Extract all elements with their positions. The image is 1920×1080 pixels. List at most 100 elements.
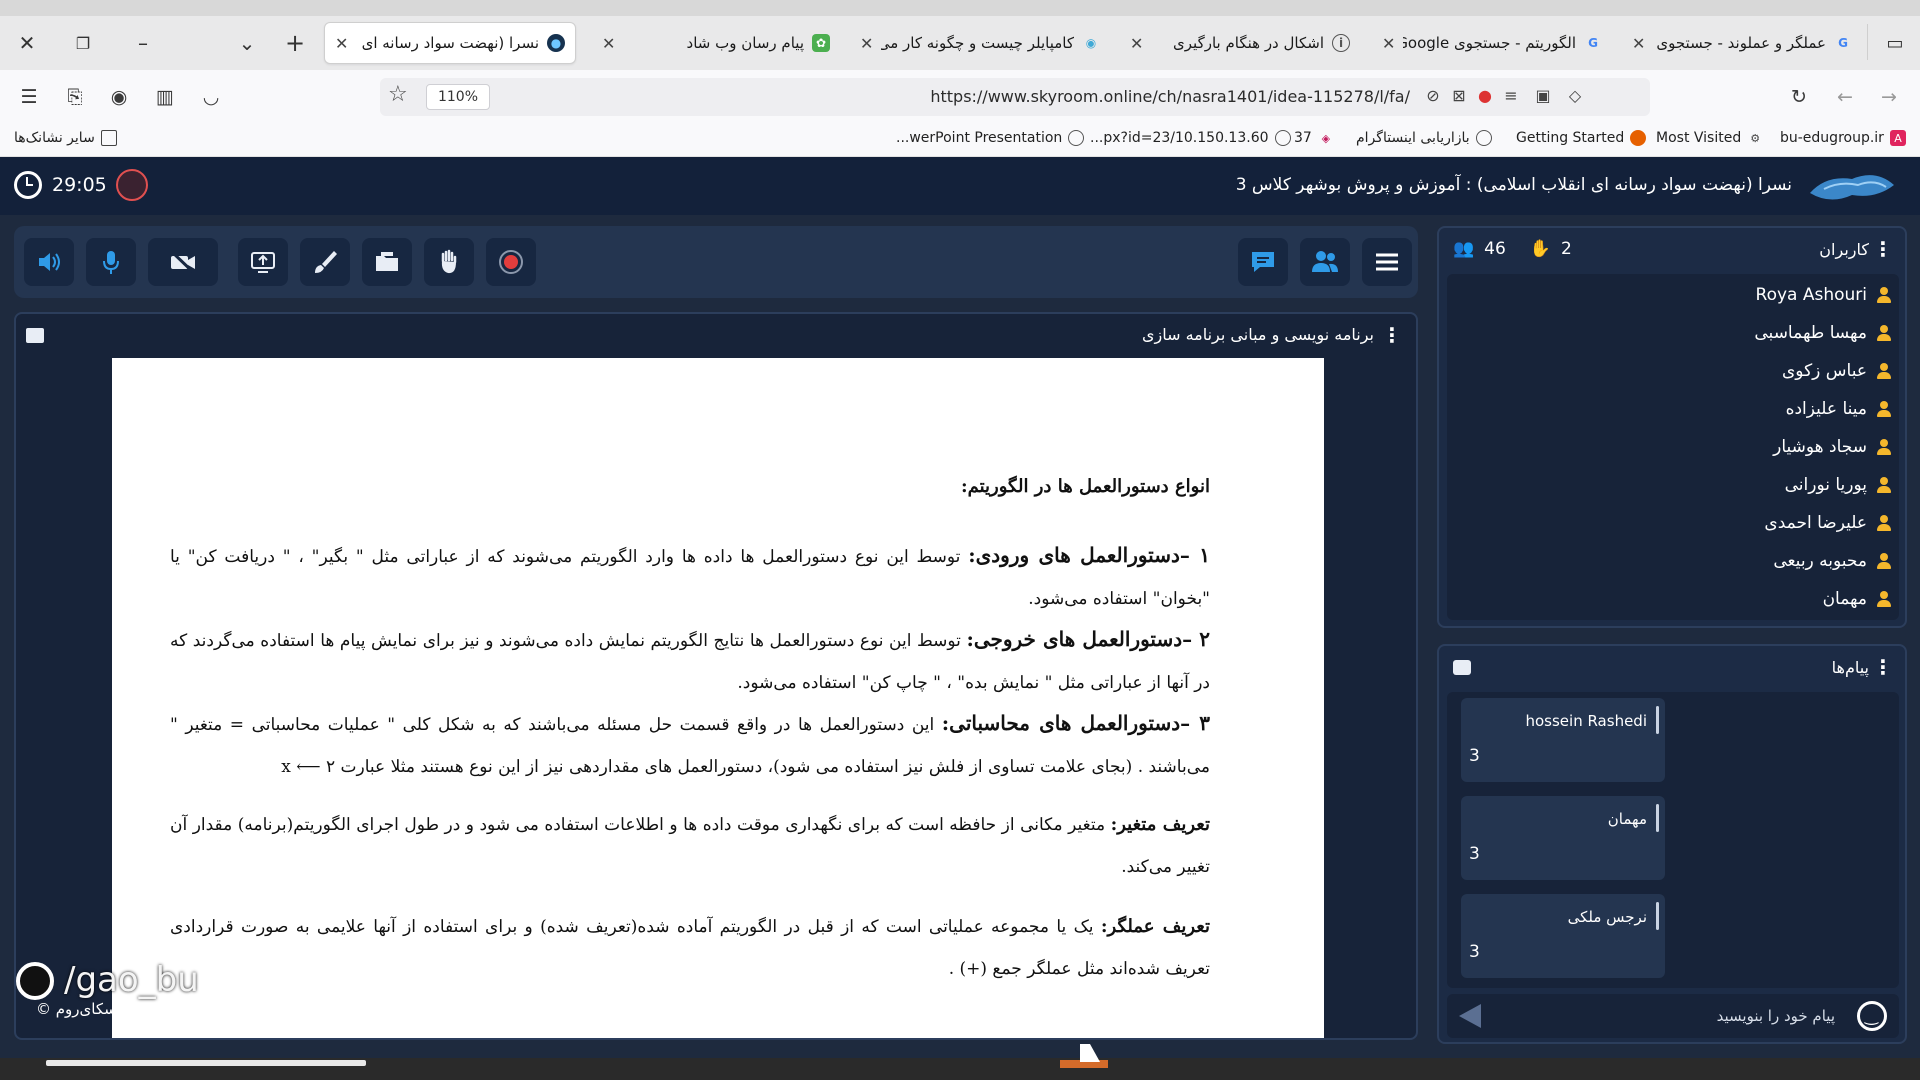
google-favicon-icon: G (1838, 36, 1848, 50)
tab-overview-icon[interactable]: ▭ (1878, 26, 1912, 60)
main-menu-button[interactable] (1362, 238, 1412, 286)
whiteboard-button[interactable] (300, 238, 350, 286)
tab-algorithm-search[interactable]: G الگوریتم - جستجوی Google ✕ (1372, 22, 1612, 64)
item-term: دستورالعمل های خروجی: (966, 627, 1183, 651)
camera-button[interactable] (148, 238, 218, 286)
send-icon[interactable] (1459, 1004, 1481, 1028)
users-toggle-button[interactable] (1300, 238, 1350, 286)
users-header: ⋮ کاربران 👥 46 ✋ 2 (1439, 228, 1905, 270)
bookmark-other[interactable]: سایر نشانک‌ها (14, 130, 117, 146)
bookmark-most-visited[interactable]: Most Visited ⚙ (1656, 130, 1763, 146)
files-button[interactable] (362, 238, 412, 286)
message-sender: نرجس ملکی (1567, 908, 1647, 926)
raise-hand-button[interactable] (424, 238, 474, 286)
user-item[interactable]: علیرضا احمدی (1764, 508, 1893, 538)
bookmark-label: سایر نشانک‌ها (14, 130, 95, 146)
close-window-icon[interactable]: ✕ (10, 26, 44, 60)
watermark-handle: /gao_bu (64, 960, 199, 1000)
bookmark-getting-started[interactable]: Getting Started (1516, 130, 1647, 146)
messages-kebab-menu-icon[interactable]: ⋮ (1873, 655, 1893, 679)
sidebar-icon[interactable]: ▥ (150, 82, 180, 112)
user-name: سجاد هوشیار (1773, 437, 1867, 457)
forward-arrow-icon[interactable]: → (1874, 82, 1904, 112)
google-favicon-icon: G (1588, 36, 1598, 50)
users-icon (1312, 251, 1338, 272)
info-favicon-icon: i (1332, 34, 1350, 52)
tab-close-icon[interactable]: ✕ (1130, 34, 1143, 53)
tab-close-icon[interactable]: ✕ (860, 34, 873, 53)
zoom-level[interactable]: 110% (426, 84, 490, 110)
extensions-icon[interactable]: ⎘ (60, 82, 90, 112)
list-tabs-chevron-icon[interactable]: ⌄ (230, 26, 264, 60)
tab-shad-messenger[interactable]: ✿ پیام رسان وب شاد ✕ (592, 22, 840, 64)
bookmark-powerpoint[interactable]: ...werPoint Presentation (896, 130, 1085, 146)
reload-icon[interactable]: ↻ (1784, 82, 1814, 112)
chat-toggle-button[interactable] (1238, 238, 1288, 286)
messages-title: پیام‌ها (1831, 658, 1869, 677)
user-item[interactable]: مهمان (1823, 584, 1893, 614)
record-button[interactable] (486, 238, 536, 286)
hamburger-menu-icon (1376, 253, 1398, 271)
document-kebab-menu-icon[interactable]: ⋮ (1382, 323, 1402, 347)
new-tab-plus-icon[interactable]: + (278, 26, 312, 60)
tab-close-icon[interactable]: ✕ (602, 34, 615, 53)
user-item[interactable]: عباس زکوی (1782, 356, 1893, 386)
user-item[interactable]: محبوبه ربیعی (1773, 546, 1893, 576)
user-item[interactable]: Roya Ashouri (1756, 280, 1893, 310)
user-icon (1875, 400, 1893, 418)
camera-blocked-icon[interactable]: ⊘ (1422, 86, 1444, 105)
bookmark-instagram-marketing[interactable]: بازاریابی اینستاگرام (1356, 130, 1492, 146)
tab-close-icon[interactable]: ✕ (1632, 34, 1645, 53)
message-placeholder[interactable]: پیام خود را بنویسید (1717, 1007, 1835, 1025)
folder-icon (100, 130, 117, 146)
screen-share-blocked-icon[interactable]: ⊠ (1448, 86, 1470, 105)
room-header: نسرا (نهضت سواد رسانه ای انقلاب اسلامی) … (0, 157, 1920, 215)
user-item[interactable]: مهسا طهماسبی (1754, 318, 1893, 348)
microphone-active-icon[interactable]: ● (1474, 86, 1496, 105)
account-icon[interactable]: ◉ (104, 82, 134, 112)
definition-term: تعریف متغیر: (1110, 814, 1210, 835)
compiler-favicon-icon: ◉ (1085, 36, 1097, 50)
document-folder-icon[interactable] (26, 328, 44, 343)
tab-operator-search[interactable]: G عملگر و عملوند - جستجوی Google ✕ (1622, 22, 1862, 64)
pocket-icon[interactable]: ◡ (196, 82, 226, 112)
tab-loading-error[interactable]: i اشکال در هنگام بارگیری ✕ (1120, 22, 1360, 64)
user-item[interactable]: مینا علیزاده (1786, 394, 1893, 424)
bookmark-star-icon[interactable]: ☆ (388, 82, 408, 107)
user-name: محبوبه ربیعی (1773, 551, 1867, 571)
bu-edugroup-icon: A (1889, 130, 1906, 146)
user-name: مهسا طهماسبی (1754, 323, 1867, 343)
bookmark-label: bu-edugroup.ir (1780, 130, 1884, 146)
tab-compiler[interactable]: ◉ کامپایلر چیست و چگونه کار می ✕ (850, 22, 1110, 64)
minimize-window-icon[interactable]: – (126, 26, 160, 60)
shield-icon[interactable]: ◇ (1564, 86, 1586, 105)
messages-list: hossein Rashedi 3 مهمان 3 نرجس ملکی 3 (1447, 692, 1899, 988)
lock-icon[interactable]: ▣ (1532, 86, 1554, 105)
bookmark-ip-page[interactable]: ...px?id=23/10.150.13.60 (1090, 130, 1291, 146)
app-menu-icon[interactable]: ☰ (14, 82, 44, 112)
tab-close-icon[interactable]: ✕ (1382, 34, 1395, 53)
brush-icon (315, 251, 337, 273)
tab-close-icon[interactable]: ✕ (335, 34, 348, 53)
bookmark-37[interactable]: 37 ◈ (1294, 130, 1334, 146)
users-kebab-menu-icon[interactable]: ⋮ (1873, 237, 1893, 261)
restore-window-icon[interactable]: ❐ (66, 26, 100, 60)
globe-icon (1068, 130, 1085, 146)
address-bar[interactable]: ☆ 110% https://www.skyroom.online/ch/nas… (380, 78, 1650, 116)
back-arrow-icon[interactable]: ← (1830, 82, 1860, 112)
message-input[interactable]: پیام خود را بنویسید (1447, 994, 1899, 1038)
users-count-icon: 👥 (1453, 239, 1475, 259)
permissions-icon[interactable]: ≡ (1500, 86, 1522, 105)
user-item[interactable]: پوریا نورانی (1785, 470, 1893, 500)
users-panel: ⋮ کاربران 👥 46 ✋ 2 Roya Ashouri مهسا طهم… (1437, 226, 1907, 628)
bookmark-bu-edugroup[interactable]: bu-edugroup.ir A (1780, 130, 1906, 146)
connection-signal-icon[interactable] (116, 169, 148, 201)
main-toolbar (14, 226, 1418, 298)
user-item[interactable]: سجاد هوشیار (1773, 432, 1893, 462)
speaker-button[interactable] (24, 238, 74, 286)
microphone-button[interactable] (86, 238, 136, 286)
url-text[interactable]: https://www.skyroom.online/ch/nasra1401/… (930, 87, 1410, 106)
share-screen-button[interactable] (238, 238, 288, 286)
emoji-icon[interactable] (1857, 1001, 1887, 1031)
tab-nasra-active[interactable]: ● نسرا (نهضت سواد رسانه ای ✕ (324, 22, 576, 64)
